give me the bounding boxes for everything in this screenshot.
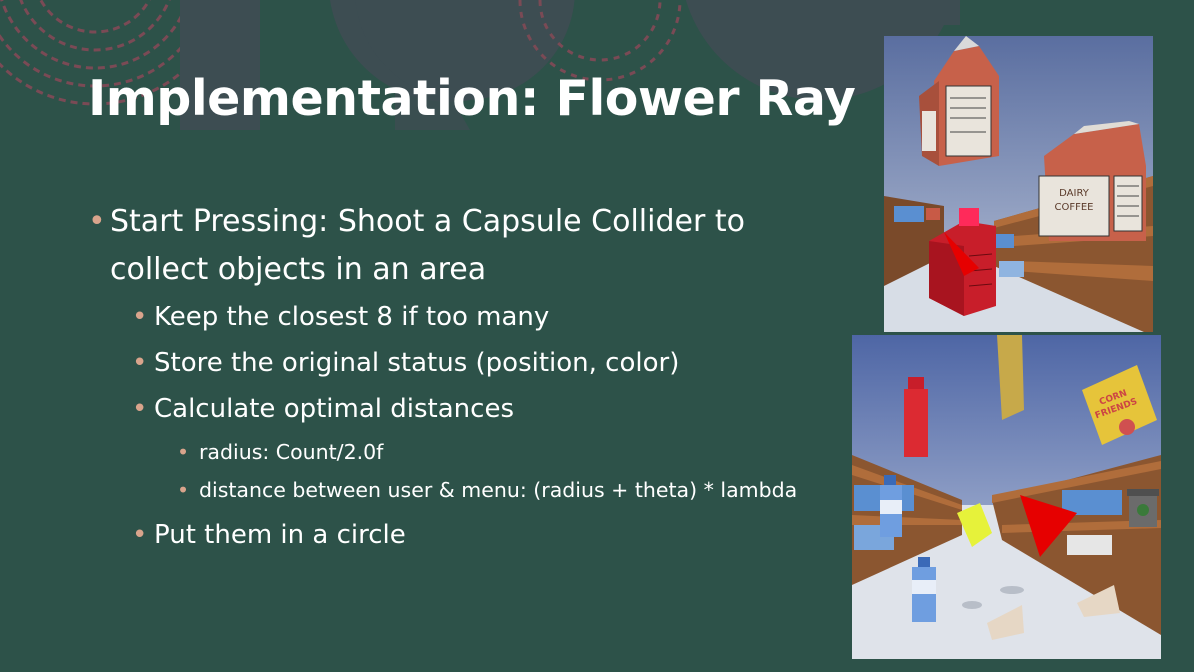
bullet-marker: •	[132, 520, 148, 550]
bullet-marker: •	[132, 302, 148, 332]
bullet-marker: •	[177, 440, 190, 464]
aisle-scene: DAIRY COFFEE	[884, 36, 1153, 332]
bullet-text: Calculate optimal distances	[154, 394, 514, 424]
bullet-text: radius: Count/2.0f	[199, 440, 384, 464]
vr-screenshot-bottles: CORN FRIENDS	[852, 335, 1161, 659]
bullet-list: • Start Pressing: Shoot a Capsule Collid…	[88, 198, 848, 558]
slide-title: Implementation: Flower Ray	[88, 70, 856, 127]
carton-label: DAIRY	[1059, 188, 1090, 199]
bottle-icon	[904, 377, 928, 457]
bullet-item: • distance between user & menu: (radius …	[88, 474, 848, 506]
bullet-marker: •	[132, 394, 148, 424]
bullet-item: • Keep the closest 8 if too many	[88, 294, 848, 340]
bullet-item: • Store the original status (position, c…	[88, 340, 848, 386]
bullet-item: • Calculate optimal distances	[88, 386, 848, 432]
bullet-text: Start Pressing: Shoot a Capsule Collider…	[110, 204, 745, 287]
carton-label: COFFEE	[1055, 202, 1094, 213]
bullet-marker: •	[132, 348, 148, 378]
bullet-text: Keep the closest 8 if too many	[154, 302, 550, 332]
aisle-scene: CORN FRIENDS	[852, 335, 1161, 659]
bullet-text: Store the original status (position, col…	[154, 348, 680, 378]
vr-screenshot-carton: DAIRY COFFEE	[884, 36, 1153, 332]
bullet-item: • radius: Count/2.0f	[88, 436, 848, 468]
coffee-cup-icon	[1127, 489, 1159, 527]
bullet-item: • Start Pressing: Shoot a Capsule Collid…	[88, 198, 848, 294]
bullet-item: • Put them in a circle	[88, 512, 848, 558]
bullet-marker: •	[88, 204, 106, 239]
bullet-marker: •	[177, 478, 190, 502]
bullet-text: Put them in a circle	[154, 520, 406, 550]
bullet-text: distance between user & menu: (radius + …	[199, 478, 798, 502]
